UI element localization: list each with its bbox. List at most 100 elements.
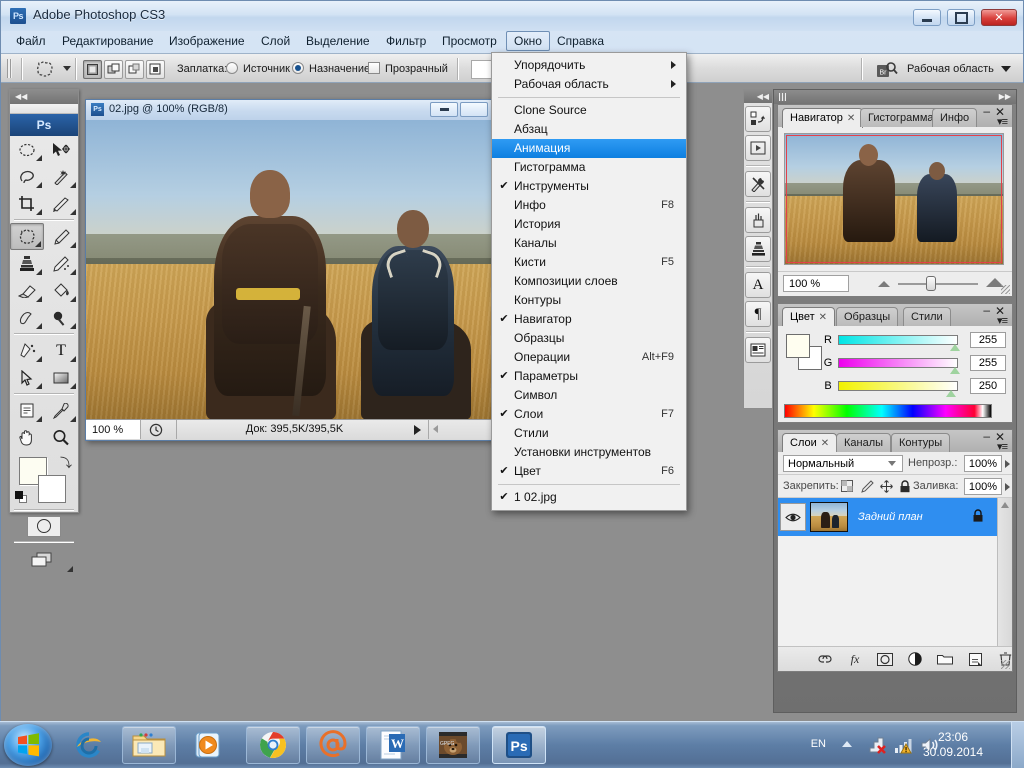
- start-button[interactable]: [4, 724, 52, 766]
- navigator-thumbnail[interactable]: [784, 133, 1004, 265]
- layers-scrollbar[interactable]: [997, 498, 1012, 646]
- screen-mode-button[interactable]: [10, 545, 78, 575]
- menu-option-18[interactable]: Символ: [492, 386, 686, 405]
- layer-visibility-icon[interactable]: [780, 503, 806, 531]
- menu-option-5[interactable]: Анимация: [492, 139, 686, 158]
- navigator-resize-grip[interactable]: [1001, 285, 1010, 294]
- lasso-tool[interactable]: [10, 163, 44, 190]
- link-icon[interactable]: [816, 651, 834, 667]
- type-tool[interactable]: T: [44, 337, 78, 364]
- zoom-tool[interactable]: [44, 424, 78, 451]
- channel-g-slider[interactable]: [838, 358, 958, 368]
- new-layer-icon[interactable]: [966, 651, 984, 667]
- paint-bucket-tool[interactable]: [44, 277, 78, 304]
- tab-close-icon[interactable]: ✕: [847, 113, 855, 124]
- photoshop-icon[interactable]: Ps: [492, 726, 546, 764]
- menu-option-8[interactable]: Инфо F8: [492, 196, 686, 215]
- navigator-menu-icon[interactable]: ▾≡: [997, 115, 1008, 128]
- document-maximize-button[interactable]: [460, 102, 488, 117]
- layer-name[interactable]: Задний план: [858, 511, 923, 523]
- patch-mode-new-button[interactable]: [83, 60, 102, 79]
- explorer-folder-icon[interactable]: [122, 726, 176, 764]
- channel-r-knob[interactable]: [950, 344, 960, 351]
- tab-channels[interactable]: Каналы: [836, 433, 892, 452]
- default-colors-icon[interactable]: [15, 491, 28, 504]
- patch-tool[interactable]: [10, 223, 44, 250]
- tool-presets-icon[interactable]: [745, 171, 771, 197]
- window-maximize-button[interactable]: [947, 9, 975, 26]
- channel-b-slider[interactable]: [838, 381, 958, 391]
- toolbox-grip[interactable]: ◀◀: [10, 90, 78, 104]
- tab-histogram[interactable]: Гистограмма: [860, 108, 942, 127]
- tab-navigator[interactable]: Навигатор ✕: [782, 108, 864, 128]
- color-foreground-swatch[interactable]: [786, 334, 810, 358]
- menu-option-3[interactable]: Clone Source: [492, 101, 686, 120]
- eraser-tool[interactable]: [10, 277, 44, 304]
- menu-option-15[interactable]: Образцы: [492, 329, 686, 348]
- menu-item-2[interactable]: Изображение: [162, 32, 252, 51]
- workspace-chevron-down-icon[interactable]: [1001, 66, 1011, 72]
- channel-g-knob[interactable]: [950, 367, 960, 374]
- chrome-icon[interactable]: [246, 726, 300, 764]
- menu-option-24[interactable]: ✔ 1 02.jpg: [492, 488, 686, 507]
- bear-photo-icon[interactable]: GPEG: [426, 726, 480, 764]
- clock[interactable]: 23:06 30.09.2014: [910, 730, 996, 760]
- channel-b-value[interactable]: 250: [970, 378, 1006, 394]
- show-desktop-button[interactable]: [1011, 722, 1024, 768]
- patch-mode-subtract-button[interactable]: [125, 60, 144, 79]
- document-zoom-field[interactable]: 100 %: [86, 420, 141, 439]
- bridge-icon[interactable]: Br: [873, 59, 901, 81]
- chevron-down-icon[interactable]: [888, 461, 896, 466]
- magic-wand-tool[interactable]: [44, 163, 78, 190]
- menu-option-17[interactable]: ✔ Параметры: [492, 367, 686, 386]
- shape-tool[interactable]: [44, 364, 78, 391]
- fx-icon[interactable]: fx: [846, 651, 864, 667]
- menu-option-6[interactable]: Гистограмма: [492, 158, 686, 177]
- blend-mode-select[interactable]: Нормальный: [783, 455, 903, 472]
- patch-mode-add-button[interactable]: [104, 60, 123, 79]
- menu-option-12[interactable]: Композиции слоев: [492, 272, 686, 291]
- icon-dock-grip[interactable]: ◀◀: [744, 90, 772, 103]
- color-spectrum-strip[interactable]: [784, 404, 992, 418]
- folder-icon[interactable]: [936, 651, 954, 667]
- destination-radio[interactable]: [292, 62, 304, 74]
- background-color-swatch[interactable]: [38, 475, 66, 503]
- internet-explorer-icon[interactable]: [62, 726, 116, 764]
- menu-option-7[interactable]: ✔ Инструменты: [492, 177, 686, 196]
- tab-close-icon[interactable]: ✕: [821, 438, 829, 449]
- tab-color[interactable]: Цвет ✕: [782, 307, 836, 327]
- media-player-icon[interactable]: [182, 726, 236, 764]
- channel-b-knob[interactable]: [946, 390, 956, 397]
- show-hidden-icons-icon[interactable]: [842, 741, 852, 747]
- adjustment-icon[interactable]: [906, 651, 924, 667]
- dodge-tool[interactable]: [44, 304, 78, 331]
- color-minimize-icon[interactable]: –: [983, 304, 990, 316]
- menu-option-19[interactable]: ✔ Слои F7: [492, 405, 686, 424]
- network-error-icon[interactable]: [868, 735, 888, 755]
- menu-option-21[interactable]: Установки инструментов: [492, 443, 686, 462]
- transparent-checkbox[interactable]: [368, 62, 380, 74]
- lock-transparency-icon[interactable]: [840, 479, 854, 493]
- navigator-zoom-slider[interactable]: [898, 283, 978, 285]
- workspace-label[interactable]: Рабочая область: [907, 63, 994, 75]
- tab-layers[interactable]: Слои ✕: [782, 433, 838, 453]
- menu-option-9[interactable]: История: [492, 215, 686, 234]
- tab-info[interactable]: Инфо: [932, 108, 978, 127]
- document-timing-icon[interactable]: [142, 422, 170, 437]
- patch-mode-intersect-button[interactable]: [146, 60, 165, 79]
- navigator-minimize-icon[interactable]: –: [983, 105, 990, 117]
- menu-item-0[interactable]: Файл: [9, 32, 53, 51]
- opacity-stepper-icon[interactable]: [1005, 460, 1010, 468]
- menu-option-20[interactable]: Стили: [492, 424, 686, 443]
- document-title-bar[interactable]: Ps 02.jpg @ 100% (RGB/8): [86, 100, 504, 120]
- marquee-tool[interactable]: [10, 136, 44, 163]
- hand-tool[interactable]: [10, 424, 44, 451]
- actions-icon[interactable]: [745, 135, 771, 161]
- brush-tool[interactable]: [44, 223, 78, 250]
- eyedropper-tool[interactable]: [44, 397, 78, 424]
- menu-item-6[interactable]: Просмотр: [435, 32, 504, 51]
- navigator-zoom-knob[interactable]: [926, 276, 936, 291]
- crop-tool[interactable]: [10, 190, 44, 217]
- zoom-out-icon[interactable]: [878, 281, 890, 287]
- navigator-zoom-field[interactable]: 100 %: [783, 275, 849, 292]
